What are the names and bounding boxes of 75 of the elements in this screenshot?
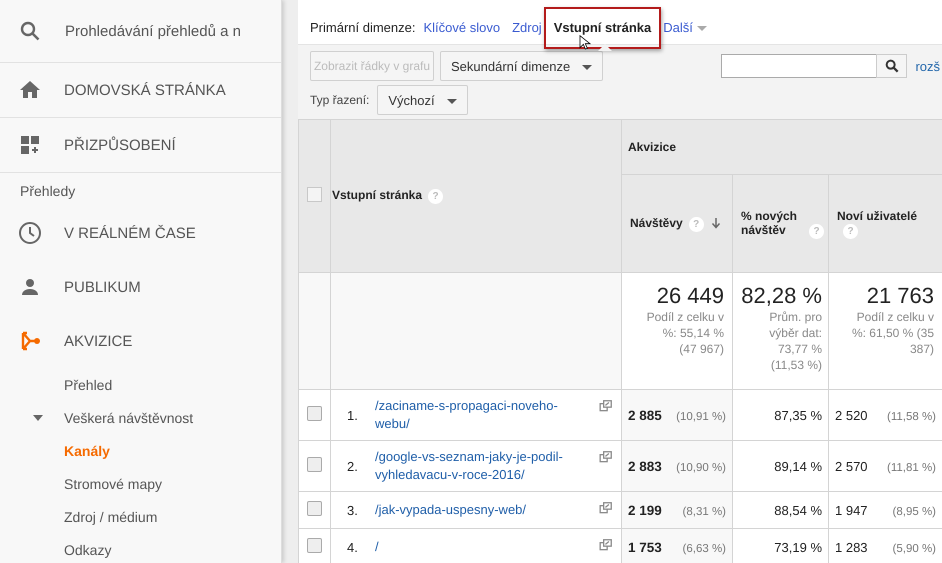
visits-share: (6,63 %) xyxy=(682,542,726,554)
page-link[interactable]: /jak-vypada-uspesny-web/ xyxy=(375,494,591,526)
new-users-share: (5,90 %) xyxy=(892,542,936,554)
sidebar-item[interactable]: DOMOVSKÁ STRÁNKA xyxy=(0,63,281,118)
visits-share: (8,31 %) xyxy=(682,506,726,518)
page-link[interactable]: /zaciname-s-propagaci-noveho-webu/ xyxy=(375,390,591,440)
dimension-label: Primární dimenze: xyxy=(310,20,416,34)
external-link-icon xyxy=(599,538,613,552)
new-visits-rate: 73,19 % xyxy=(774,540,822,554)
external-link-icon xyxy=(599,399,613,413)
row-number: 3. xyxy=(347,502,359,518)
sidebar-item[interactable]: AKVIZICE xyxy=(0,314,281,368)
sidebar-subitem[interactable]: Odkazy xyxy=(64,542,112,558)
visits-value: 2 883 xyxy=(628,458,662,474)
dimension-tab[interactable]: Zdroj xyxy=(512,20,542,34)
visits-value: 1 753 xyxy=(628,540,662,554)
sidebar-item[interactable]: PUBLIKUM xyxy=(0,260,281,314)
select-all-checkbox[interactable] xyxy=(307,187,322,202)
total-value: 26 449 xyxy=(656,283,724,309)
new-users-value: 1 283 xyxy=(835,540,868,554)
secondary-dimension-dropdown[interactable]: Sekundární dimenze xyxy=(440,51,604,81)
row-checkbox[interactable] xyxy=(307,457,322,472)
visits-share: (10,90 %) xyxy=(676,462,726,474)
external-link-icon xyxy=(599,501,613,515)
dimension-tab[interactable]: Klíčové slovo xyxy=(423,20,500,34)
search-icon xyxy=(884,58,900,74)
search-button[interactable] xyxy=(876,54,908,78)
new-visits-rate: 88,54 % xyxy=(774,502,822,518)
total-note: Podíl z celku v %: 61,50 % (35 387) xyxy=(851,309,934,357)
row-checkbox[interactable] xyxy=(307,501,322,516)
total-note: Podíl z celku v %: 55,14 % (47 967) xyxy=(646,309,724,357)
sort-down-arrow-icon xyxy=(710,216,722,230)
page-link[interactable]: /google-vs-seznam-jaky-je-podil-vyhledavacu-v-roce-2016/ xyxy=(375,441,591,491)
row-number: 4. xyxy=(347,540,359,554)
search-field[interactable]: Prohledávání přehledů a n xyxy=(65,22,251,40)
new-users-share: (8,95 %) xyxy=(892,506,936,518)
sidebar-subitem[interactable]: Zdroj / médium xyxy=(64,508,158,524)
sidebar-subitem[interactable]: Veškerá návštěvnost xyxy=(64,410,194,426)
row-number: 1. xyxy=(347,408,359,422)
visits-value: 2 885 xyxy=(628,408,662,422)
sort-dropdown[interactable]: Výchozí xyxy=(377,85,468,115)
new-visits-rate: 89,14 % xyxy=(774,458,822,474)
new-users-share: (11,58 %) xyxy=(887,410,936,422)
row-checkbox[interactable] xyxy=(307,406,322,421)
page-link[interactable]: / xyxy=(375,531,591,563)
new-users-value: 1 947 xyxy=(835,502,868,518)
visits-value: 2 199 xyxy=(628,502,662,518)
search-icon xyxy=(18,19,42,43)
column-header[interactable]: % nových návštěv xyxy=(741,208,803,236)
advanced-link[interactable]: rozš xyxy=(915,58,940,74)
total-note: Prům. pro výběr dat: 73,77 % (11,53 %) xyxy=(768,309,822,373)
dimension-tab[interactable]: Další xyxy=(663,20,707,34)
column-header[interactable]: Vstupní stránka xyxy=(332,188,422,202)
column-header[interactable]: Návštěvy xyxy=(630,216,683,230)
total-value: 21 763 xyxy=(866,283,934,309)
section-heading: Přehledy xyxy=(19,182,76,201)
sort-label: Typ řazení: xyxy=(310,93,370,107)
new-users-value: 2 520 xyxy=(835,408,868,422)
sidebar-item[interactable]: PŘIZPŮSOBENÍ xyxy=(0,118,281,173)
table-search-field[interactable] xyxy=(721,54,878,78)
expand-arrow-icon[interactable] xyxy=(33,414,43,420)
column-group-header: Akvizice xyxy=(628,140,676,154)
sidebar-item[interactable]: V REÁLNÉM ČASE xyxy=(0,206,281,260)
external-link-icon xyxy=(599,450,613,464)
dimension-tab[interactable]: Vstupní stránka xyxy=(554,20,652,34)
new-users-share: (11,81 %) xyxy=(887,462,936,474)
sidebar-subitem[interactable]: Přehled xyxy=(64,376,112,392)
new-visits-rate: 87,35 % xyxy=(774,408,822,422)
row-checkbox[interactable] xyxy=(307,538,322,553)
total-value: 82,28 % xyxy=(740,283,822,309)
new-users-value: 2 570 xyxy=(835,458,868,474)
row-number: 2. xyxy=(347,458,359,474)
column-header[interactable]: Noví uživatelé xyxy=(837,208,919,222)
sidebar-subitem[interactable]: Stromové mapy xyxy=(64,476,162,492)
visits-share: (10,91 %) xyxy=(676,410,726,422)
